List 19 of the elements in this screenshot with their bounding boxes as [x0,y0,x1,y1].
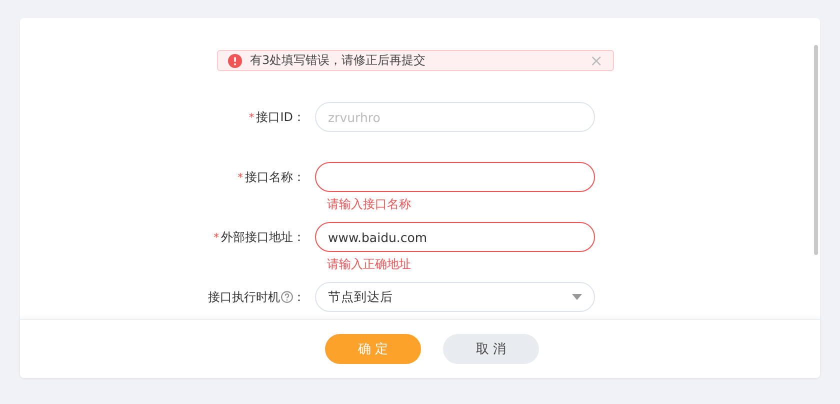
field-label: 接口ID： [256,108,305,126]
error-message: 请输入接口名称 [327,196,412,213]
field-label: 接口执行时机 [208,288,280,306]
input-field[interactable] [315,162,595,192]
required-mark: * [248,110,254,124]
required-mark: * [214,230,219,244]
label-colon: ： [293,288,305,306]
caret-icon [572,294,582,300]
error-message: 请输入正确地址 [327,256,412,273]
cancel-button[interactable]: 取 消 [443,334,539,364]
select-field[interactable]: 节点到达后 [315,282,595,312]
field-label: 接口名称： [245,168,305,186]
required-mark: * [238,170,243,184]
error-icon [228,54,242,68]
scrollbar[interactable] [814,45,818,255]
field-label: 外部接口地址： [221,228,305,246]
input-field[interactable]: www.baidu.com [315,222,595,252]
help-icon[interactable] [281,291,293,303]
alert-message: 有3处填写错误，请修正后再提交 [250,52,427,69]
